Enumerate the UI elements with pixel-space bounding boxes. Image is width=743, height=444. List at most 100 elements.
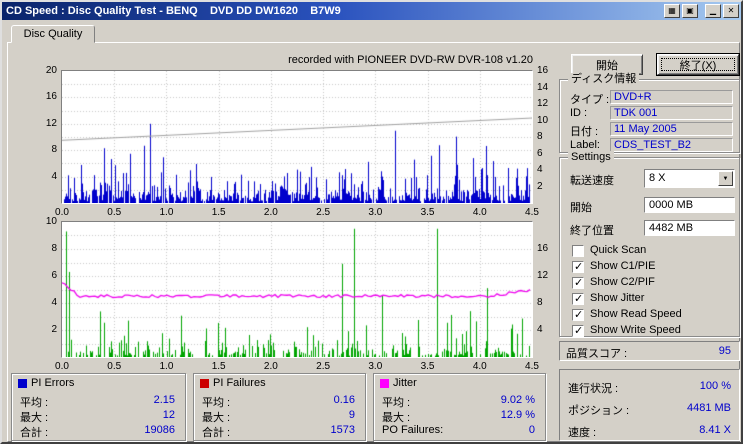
- axis-tick: 0.0: [55, 361, 69, 372]
- axis-tick: 4: [51, 170, 57, 182]
- axis-tick: 4: [51, 297, 57, 308]
- stat-label: 合計 :: [202, 427, 231, 439]
- checkbox-box[interactable]: ✓: [572, 261, 584, 273]
- axis-tick: 2.0: [263, 207, 278, 218]
- status-row-: ポジション : 4481 MB: [568, 402, 731, 417]
- stat-label: 最大 :: [382, 412, 411, 424]
- legend-title-text: PI Failures: [213, 377, 266, 389]
- stat-value: 2.15: [153, 394, 175, 406]
- app-window: CD Speed : Disc Quality Test - BENQ DVD …: [0, 0, 743, 444]
- stat-label: 最大 :: [202, 412, 231, 424]
- axis-tick: 2.5: [316, 207, 331, 218]
- axis-tick: 3.0: [368, 361, 383, 372]
- start-position-field[interactable]: 0000 MB: [644, 197, 735, 213]
- status-value: 4481 MB: [686, 402, 731, 414]
- axis-tick: 4.5: [525, 361, 539, 372]
- axis-tick: 20: [45, 65, 57, 76]
- axis-tick: 4: [537, 324, 543, 335]
- axis-tick: 3.5: [420, 361, 435, 372]
- close-icon: ✕: [727, 6, 735, 15]
- minimize-button[interactable]: ▁: [705, 4, 721, 18]
- checkbox-label: Quick Scan: [590, 244, 647, 256]
- checkbox-quick-scan[interactable]: Quick Scan: [572, 244, 735, 258]
- stat-label: 最大 :: [20, 412, 49, 424]
- quality-score-label: 品質スコア :: [566, 348, 628, 360]
- disc-info-value: CDS_TEST_B2: [610, 138, 733, 152]
- legend-stat-row: 最大 : 12: [20, 409, 175, 424]
- check-icon: ✓: [574, 261, 584, 273]
- titlebar-tool-button-1[interactable]: ▦: [664, 4, 680, 18]
- close-button[interactable]: ✕: [723, 4, 739, 18]
- axis-tick: 16: [537, 65, 549, 76]
- transfer-speed-select[interactable]: 8 X ▼: [644, 169, 735, 188]
- disc-info-label: タイプ :: [570, 94, 610, 106]
- checkbox-show-jitter[interactable]: ✓ Show Jitter: [572, 292, 735, 306]
- axis-tick: 0.5: [107, 207, 122, 218]
- checkbox-box[interactable]: ✓: [572, 309, 584, 321]
- legend-title: PI Errors: [18, 377, 74, 389]
- transfer-speed-value: 8 X: [649, 172, 666, 184]
- axis-tick: 4.0: [472, 207, 487, 218]
- settings-group-title: Settings: [568, 151, 614, 163]
- legend-stat-row: PO Failures: 0: [382, 424, 535, 437]
- legend-stat-row: 最大 : 9: [202, 409, 355, 424]
- transfer-speed-label: 転送速度: [570, 175, 614, 187]
- axis-tick: 12: [45, 117, 57, 129]
- checkbox-box[interactable]: ✓: [572, 325, 584, 337]
- status-label: 進行状況 :: [568, 383, 619, 395]
- checkbox-box[interactable]: [572, 245, 584, 257]
- axis-tick: 1.5: [211, 207, 226, 218]
- chart-note: recorded with PIONEER DVD-RW DVR-108 v1.…: [288, 54, 533, 66]
- legend-box-pi-errors: PI Errors 平均 : 2.15 最大 : 12 合計 : 19086: [11, 373, 186, 441]
- stat-label: PO Failures:: [382, 424, 444, 436]
- disc-info-value: TDK 001: [610, 106, 733, 120]
- titlebar-tool-button-2[interactable]: ▣: [682, 4, 698, 18]
- axis-tick: 2.5: [316, 361, 331, 372]
- quality-score-panel: 品質スコア : 95: [559, 341, 740, 361]
- legend-stat-row: 平均 : 9.02 %: [382, 394, 535, 409]
- exit-button[interactable]: 終了(X): [657, 54, 739, 75]
- stat-value: 0: [528, 424, 535, 436]
- checkbox-show-c1-pie[interactable]: ✓ Show C1/PIE: [572, 260, 735, 274]
- checkbox-box[interactable]: ✓: [572, 277, 584, 289]
- start-button[interactable]: 開始: [571, 54, 643, 75]
- legend-stat-row: 合計 : 19086: [20, 424, 175, 439]
- checkbox-show-read-speed[interactable]: ✓ Show Read Speed: [572, 308, 735, 322]
- minimize-icon: ▁: [709, 6, 717, 15]
- jitter-color-swatch: [380, 378, 389, 388]
- stat-value: 9.02 %: [500, 394, 535, 406]
- axis-tick: 16: [45, 91, 57, 103]
- axis-tick: 6: [51, 270, 57, 281]
- axis-tick: 10: [45, 216, 57, 227]
- quality-score-value: 95: [718, 345, 731, 357]
- check-icon: ✓: [574, 293, 584, 305]
- tab-disc-quality[interactable]: Disc Quality: [11, 25, 95, 43]
- chevron-down-icon: ▼: [722, 175, 729, 182]
- legend-box-jitter: Jitter 平均 : 9.02 % 最大 : 12.9 % PO Failures: 0: [373, 373, 546, 441]
- axis-tick: 2.0: [263, 361, 278, 372]
- disc-info-row: 日付 : 11 May 2005: [564, 122, 735, 138]
- status-value: 8.41 X: [699, 424, 731, 436]
- dropdown-button[interactable]: ▼: [718, 171, 733, 186]
- stat-value: 0.16: [333, 394, 355, 406]
- end-position-field[interactable]: 4482 MB: [644, 220, 735, 236]
- stat-value: 19086: [144, 424, 175, 436]
- checkbox-show-c2-pif[interactable]: ✓ Show C2/PIF: [572, 276, 735, 290]
- end-position-label: 終了位置: [570, 225, 614, 237]
- axis-tick: 8: [51, 144, 57, 156]
- disc-info-label: ID :: [570, 107, 588, 119]
- titlebar[interactable]: CD Speed : Disc Quality Test - BENQ DVD …: [2, 2, 741, 20]
- status-value: 100 %: [699, 380, 731, 392]
- checkbox-label: Show C2/PIF: [590, 276, 655, 288]
- axis-tick: 4: [537, 164, 543, 175]
- axis-tick: 8: [537, 297, 543, 308]
- axis-tick: 1.0: [159, 361, 174, 372]
- disc-info-value: 11 May 2005: [610, 122, 733, 136]
- checkbox-show-write-speed[interactable]: ✓ Show Write Speed: [572, 324, 735, 338]
- checkbox-label: Show Read Speed: [590, 308, 682, 320]
- checkbox-box[interactable]: ✓: [572, 293, 584, 305]
- check-icon: ✓: [574, 309, 584, 321]
- disc-info-group-title: ディスク情報: [568, 73, 640, 85]
- start-position-label: 開始: [570, 202, 592, 214]
- stat-label: 平均 :: [382, 397, 411, 409]
